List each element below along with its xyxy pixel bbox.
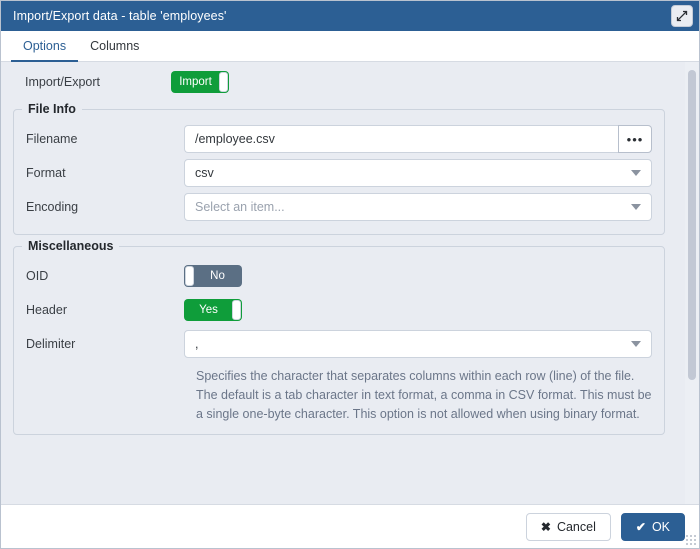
ok-button-label: OK: [652, 520, 670, 534]
title-bar: Import/Export data - table 'employees': [1, 1, 699, 31]
chevron-down-icon: [631, 170, 641, 176]
oid-toggle-label: No: [210, 270, 225, 282]
filename-input[interactable]: /employee.csv: [184, 125, 618, 153]
header-toggle[interactable]: Yes: [184, 299, 242, 321]
import-export-toggle-label: Import: [179, 76, 212, 88]
options-panel: Import/Export Import File Info Filename …: [1, 62, 699, 504]
import-export-label: Import/Export: [1, 75, 171, 89]
tab-options[interactable]: Options: [11, 31, 78, 61]
tab-strip: Options Columns: [1, 31, 699, 62]
format-value: csv: [195, 166, 214, 180]
header-toggle-label: Yes: [199, 304, 218, 316]
delimiter-value: ,: [195, 337, 198, 351]
expand-diagonal-icon[interactable]: [671, 5, 693, 27]
miscellaneous-legend: Miscellaneous: [22, 239, 119, 253]
row-header: Header Yes: [14, 293, 664, 327]
browse-file-button[interactable]: •••: [618, 125, 652, 153]
row-delimiter: Delimiter ,: [14, 327, 664, 361]
row-encoding: Encoding Select an item...: [14, 190, 664, 224]
toggle-knob: [185, 266, 194, 286]
delimiter-label: Delimiter: [14, 337, 184, 351]
ok-button[interactable]: ✔ OK: [621, 513, 685, 541]
row-oid: OID No: [14, 259, 664, 293]
encoding-value: Select an item...: [195, 200, 285, 214]
delimiter-select[interactable]: ,: [184, 330, 652, 358]
row-format: Format csv: [14, 156, 664, 190]
cancel-button[interactable]: ✖ Cancel: [526, 513, 611, 541]
row-import-export: Import/Export Import: [1, 62, 677, 98]
oid-label: OID: [14, 269, 184, 283]
header-label: Header: [14, 303, 184, 317]
cancel-button-label: Cancel: [557, 520, 596, 534]
format-select[interactable]: csv: [184, 159, 652, 187]
file-info-legend: File Info: [22, 102, 82, 116]
options-scrollbar[interactable]: [685, 62, 699, 504]
import-export-dialog: Import/Export data - table 'employees' O…: [0, 0, 700, 549]
oid-toggle[interactable]: No: [184, 265, 242, 287]
dialog-footer: ✖ Cancel ✔ OK: [1, 504, 699, 548]
miscellaneous-group: Miscellaneous OID No Header Yes: [13, 239, 665, 435]
format-label: Format: [14, 166, 184, 180]
options-content: Import/Export Import File Info Filename …: [1, 62, 699, 504]
toggle-knob: [232, 300, 241, 320]
chevron-down-icon: [631, 341, 641, 347]
encoding-select[interactable]: Select an item...: [184, 193, 652, 221]
row-filename: Filename /employee.csv •••: [14, 122, 664, 156]
chevron-down-icon: [631, 204, 641, 210]
dialog-title: Import/Export data - table 'employees': [13, 9, 227, 23]
tab-columns-label: Columns: [90, 39, 139, 53]
encoding-label: Encoding: [14, 200, 184, 214]
filename-label: Filename: [14, 132, 184, 146]
import-export-toggle[interactable]: Import: [171, 71, 229, 93]
delimiter-help-text: Specifies the character that separates c…: [196, 367, 652, 424]
tab-options-label: Options: [23, 39, 66, 53]
resize-grip[interactable]: [685, 534, 697, 546]
check-icon: ✔: [636, 520, 646, 534]
toggle-knob: [219, 72, 228, 92]
close-icon: ✖: [541, 520, 551, 534]
scrollbar-thumb[interactable]: [688, 70, 696, 380]
file-info-group: File Info Filename /employee.csv ••• For…: [13, 102, 665, 235]
tab-columns[interactable]: Columns: [78, 31, 151, 61]
